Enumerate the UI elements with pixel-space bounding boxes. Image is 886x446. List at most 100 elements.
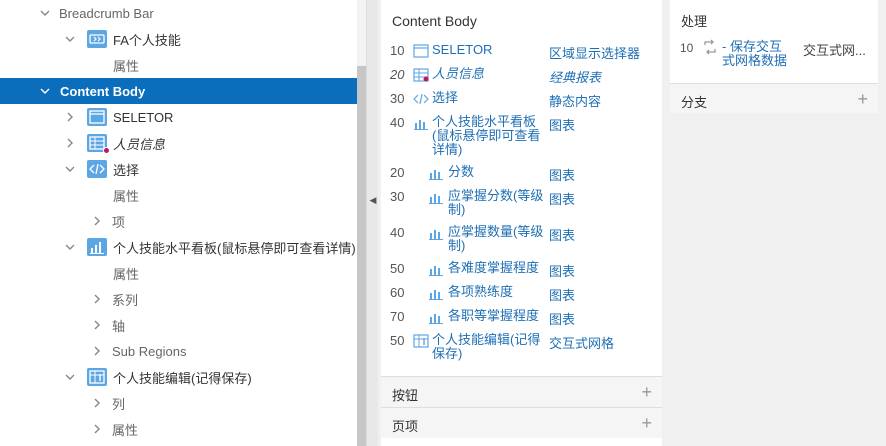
series-name-link[interactable]: 分数	[448, 165, 474, 179]
tree-node-label: 个人技能水平看板(鼠标悬停即可查看详情)	[113, 240, 356, 256]
tree-node-label: 属性	[113, 266, 140, 282]
tree-node-label: 属性	[113, 188, 140, 204]
sequence-number: 10	[680, 41, 694, 55]
chart-icon	[413, 116, 429, 130]
tree-scrollbar-thumb[interactable]	[357, 66, 366, 446]
region-name-link[interactable]: 选择	[432, 91, 458, 105]
region-type: 区域显示选择器	[549, 46, 641, 61]
series-name-link[interactable]: 各职等掌握程度	[448, 309, 539, 323]
region-name-link[interactable]: SELETOR	[432, 43, 492, 57]
sequence-number: 50	[390, 333, 405, 348]
tree-node-axes[interactable]: 轴	[0, 312, 357, 338]
breadcrumb-region-icon	[87, 30, 107, 48]
chevron-down-icon[interactable]	[63, 156, 77, 182]
region-type: 图表	[549, 118, 576, 133]
tree-node-columns[interactable]: 列	[0, 390, 357, 416]
section-branches[interactable]: 分支 +	[670, 83, 878, 113]
chart-icon	[87, 238, 107, 256]
tree-node-seletor[interactable]: SELETOR	[0, 104, 357, 130]
chart-icon	[428, 310, 444, 324]
chart-icon	[428, 190, 444, 204]
classic-report-icon	[87, 134, 110, 154]
error-dot-icon	[103, 147, 110, 154]
tree-node-label: 轴	[112, 318, 126, 334]
region-type: 图表	[549, 264, 576, 279]
chevron-down-icon[interactable]	[63, 26, 77, 52]
chevron-right-icon[interactable]	[90, 416, 104, 442]
classic-report-icon	[413, 68, 429, 82]
sequence-number: 20	[390, 67, 405, 82]
region-type: 图表	[549, 192, 576, 207]
region-type: 图表	[549, 168, 576, 183]
region-name-link[interactable]: 个人技能编辑(记得保存)	[432, 333, 544, 361]
interactive-grid-icon	[87, 368, 107, 386]
rendering-tree: Breadcrumb Bar FA个人技能 属性 Content Body SE…	[0, 0, 357, 446]
tree-node-content-body[interactable]: Content Body	[0, 78, 357, 104]
tree-node-items[interactable]: 项	[0, 208, 357, 234]
process-type: 交互式网...	[803, 43, 866, 58]
tree-node-breadcrumb-bar[interactable]: Breadcrumb Bar	[0, 0, 357, 26]
static-region-icon	[413, 44, 429, 58]
chevron-right-icon[interactable]	[90, 208, 104, 234]
tree-node-label: Content Body	[60, 83, 146, 99]
chevron-right-icon[interactable]	[90, 338, 104, 364]
chevron-down-icon[interactable]	[63, 234, 77, 260]
static-content-icon	[87, 160, 107, 178]
interactive-grid-icon	[413, 334, 429, 348]
add-icon[interactable]: +	[641, 383, 652, 401]
tree-node-select[interactable]: 选择	[0, 156, 357, 182]
sequence-number: 30	[390, 189, 405, 204]
tree-node-attributes[interactable]: 属性	[0, 416, 357, 442]
chevron-right-icon[interactable]	[90, 286, 104, 312]
section-title: 页项	[392, 419, 419, 434]
chart-icon	[428, 226, 444, 240]
panel-splitter[interactable]: ◀	[366, 0, 378, 446]
region-name-link[interactable]: 人员信息	[432, 67, 484, 81]
tree-node-fa-skills[interactable]: FA个人技能	[0, 26, 357, 52]
chevron-right-icon[interactable]	[90, 390, 104, 416]
tree-node-skill-grid[interactable]: 个人技能编辑(记得保存)	[0, 364, 357, 390]
tree-node-attributes[interactable]: 属性	[0, 182, 357, 208]
static-region-icon	[87, 108, 107, 126]
add-icon[interactable]: +	[857, 90, 868, 108]
region-type: 静态内容	[549, 94, 602, 109]
series-name-link[interactable]: 各项熟练度	[448, 285, 513, 299]
sequence-number: 50	[390, 261, 405, 276]
chevron-down-icon[interactable]	[38, 78, 52, 104]
tree-node-label: Sub Regions	[112, 343, 187, 359]
add-icon[interactable]: +	[641, 414, 652, 432]
process-refresh-icon	[701, 39, 719, 55]
series-name-link[interactable]: 应掌握数量(等级制)	[448, 225, 544, 253]
section-title: 按钮	[392, 388, 419, 403]
sequence-number: 40	[390, 225, 405, 240]
region-type: 图表	[549, 312, 576, 327]
series-name-link[interactable]: 各难度掌握程度	[448, 261, 539, 275]
region-name-link[interactable]: 个人技能水平看板(鼠标悬停即可查看详情)	[432, 115, 544, 157]
tree-node-sub-regions[interactable]: Sub Regions	[0, 338, 357, 364]
chevron-right-icon[interactable]	[63, 130, 77, 156]
region-type: 图表	[549, 288, 576, 303]
tree-node-label: 列	[112, 396, 126, 412]
section-page-items[interactable]: 页项 +	[381, 407, 662, 438]
tree-node-skill-chart[interactable]: 个人技能水平看板(鼠标悬停即可查看详情)	[0, 234, 357, 260]
chart-icon	[428, 262, 444, 276]
chevron-right-icon[interactable]	[63, 104, 77, 130]
section-buttons[interactable]: 按钮 +	[381, 376, 662, 407]
tree-node-series[interactable]: 系列	[0, 286, 357, 312]
sequence-number: 10	[390, 43, 405, 58]
tree-node-attributes[interactable]: 属性	[0, 260, 357, 286]
tree-node-label: FA个人技能	[113, 32, 181, 48]
collapse-left-icon[interactable]: ◀	[367, 194, 379, 206]
tree-node-label: 选择	[113, 162, 140, 178]
chevron-down-icon[interactable]	[38, 0, 52, 26]
tree-node-person-info[interactable]: 人员信息	[0, 130, 357, 156]
series-name-link[interactable]: 应掌握分数(等级制)	[448, 189, 544, 217]
tree-node-label: Breadcrumb Bar	[59, 5, 154, 21]
section-title: 分支	[681, 95, 708, 110]
chevron-right-icon[interactable]	[90, 312, 104, 338]
layout-content-body: Content Body 10 SELETOR 区域显示选择器 20 人员信息 …	[381, 0, 662, 446]
process-name-link[interactable]: - 保存交互式网格数据	[722, 40, 794, 68]
chevron-down-icon[interactable]	[63, 364, 77, 390]
chart-icon	[428, 166, 444, 180]
tree-node-attributes[interactable]: 属性	[0, 52, 357, 78]
